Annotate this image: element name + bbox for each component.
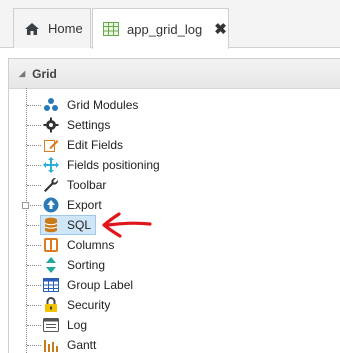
edit-icon — [43, 137, 59, 153]
tree-item-label: Sorting — [67, 258, 106, 272]
gear-icon — [43, 117, 59, 133]
tree-item-label: Security — [67, 298, 111, 312]
wrench-icon — [43, 177, 59, 193]
tree-item-label: Log — [67, 318, 88, 332]
tree-item-log[interactable]: Log — [0, 315, 200, 335]
tree-item-label: Settings — [67, 118, 111, 132]
tree-item-columns[interactable]: Columns — [0, 235, 200, 255]
tree-item-label: Columns — [67, 238, 115, 252]
close-icon[interactable]: ✖ — [214, 20, 227, 38]
expand-toggle[interactable] — [22, 202, 29, 209]
log-icon — [43, 317, 59, 333]
export-icon — [43, 197, 59, 213]
tab-home[interactable]: Home — [13, 8, 91, 48]
grid-icon — [103, 21, 119, 37]
tree-item-grid-modules[interactable]: Grid Modules — [0, 95, 200, 115]
tree-item-label: Fields positioning — [67, 158, 160, 172]
tree-item-label: SQL — [67, 218, 92, 232]
tree-item-label: Export — [67, 198, 102, 212]
tree-item-fields-positioning[interactable]: Fields positioning — [0, 155, 200, 175]
table-icon — [43, 277, 59, 293]
tree-item-sorting[interactable]: Sorting — [0, 255, 200, 275]
tree-item-label: Toolbar — [67, 178, 107, 192]
tree-item-security[interactable]: Security — [0, 295, 200, 315]
tab-app-grid-log[interactable]: app_grid_log ✖ — [92, 8, 229, 49]
tree-item-gantt[interactable]: Gantt — [0, 335, 200, 353]
tab-bar: Home app_grid_log ✖ — [0, 0, 340, 49]
tab-app-grid-log-label: app_grid_log — [127, 21, 203, 37]
columns-icon — [43, 237, 59, 253]
home-icon — [24, 21, 40, 37]
tree-item-label: Grid Modules — [67, 98, 139, 112]
move-icon — [43, 157, 59, 173]
tree-item-edit-fields[interactable]: Edit Fields — [0, 135, 200, 155]
modules-icon — [43, 97, 59, 113]
lock-icon — [43, 297, 59, 313]
tree-item-label: Group Label — [67, 278, 134, 292]
annotation-arrow-icon — [102, 212, 152, 238]
tab-home-label: Home — [48, 21, 83, 36]
tree-item-label: Edit Fields — [67, 138, 124, 152]
panel-title: Grid — [32, 66, 57, 81]
tree-item-group-label[interactable]: Group Label — [0, 275, 200, 295]
collapse-triangle-icon[interactable]: ◢ — [19, 69, 25, 78]
tree-item-toolbar[interactable]: Toolbar — [0, 175, 200, 195]
database-icon — [43, 217, 59, 233]
gantt-icon — [43, 337, 59, 353]
tree-item-label: Gantt — [67, 338, 97, 352]
panel-header[interactable]: ◢ Grid — [9, 59, 340, 89]
tree-item-settings[interactable]: Settings — [0, 115, 200, 135]
sort-icon — [43, 257, 59, 273]
